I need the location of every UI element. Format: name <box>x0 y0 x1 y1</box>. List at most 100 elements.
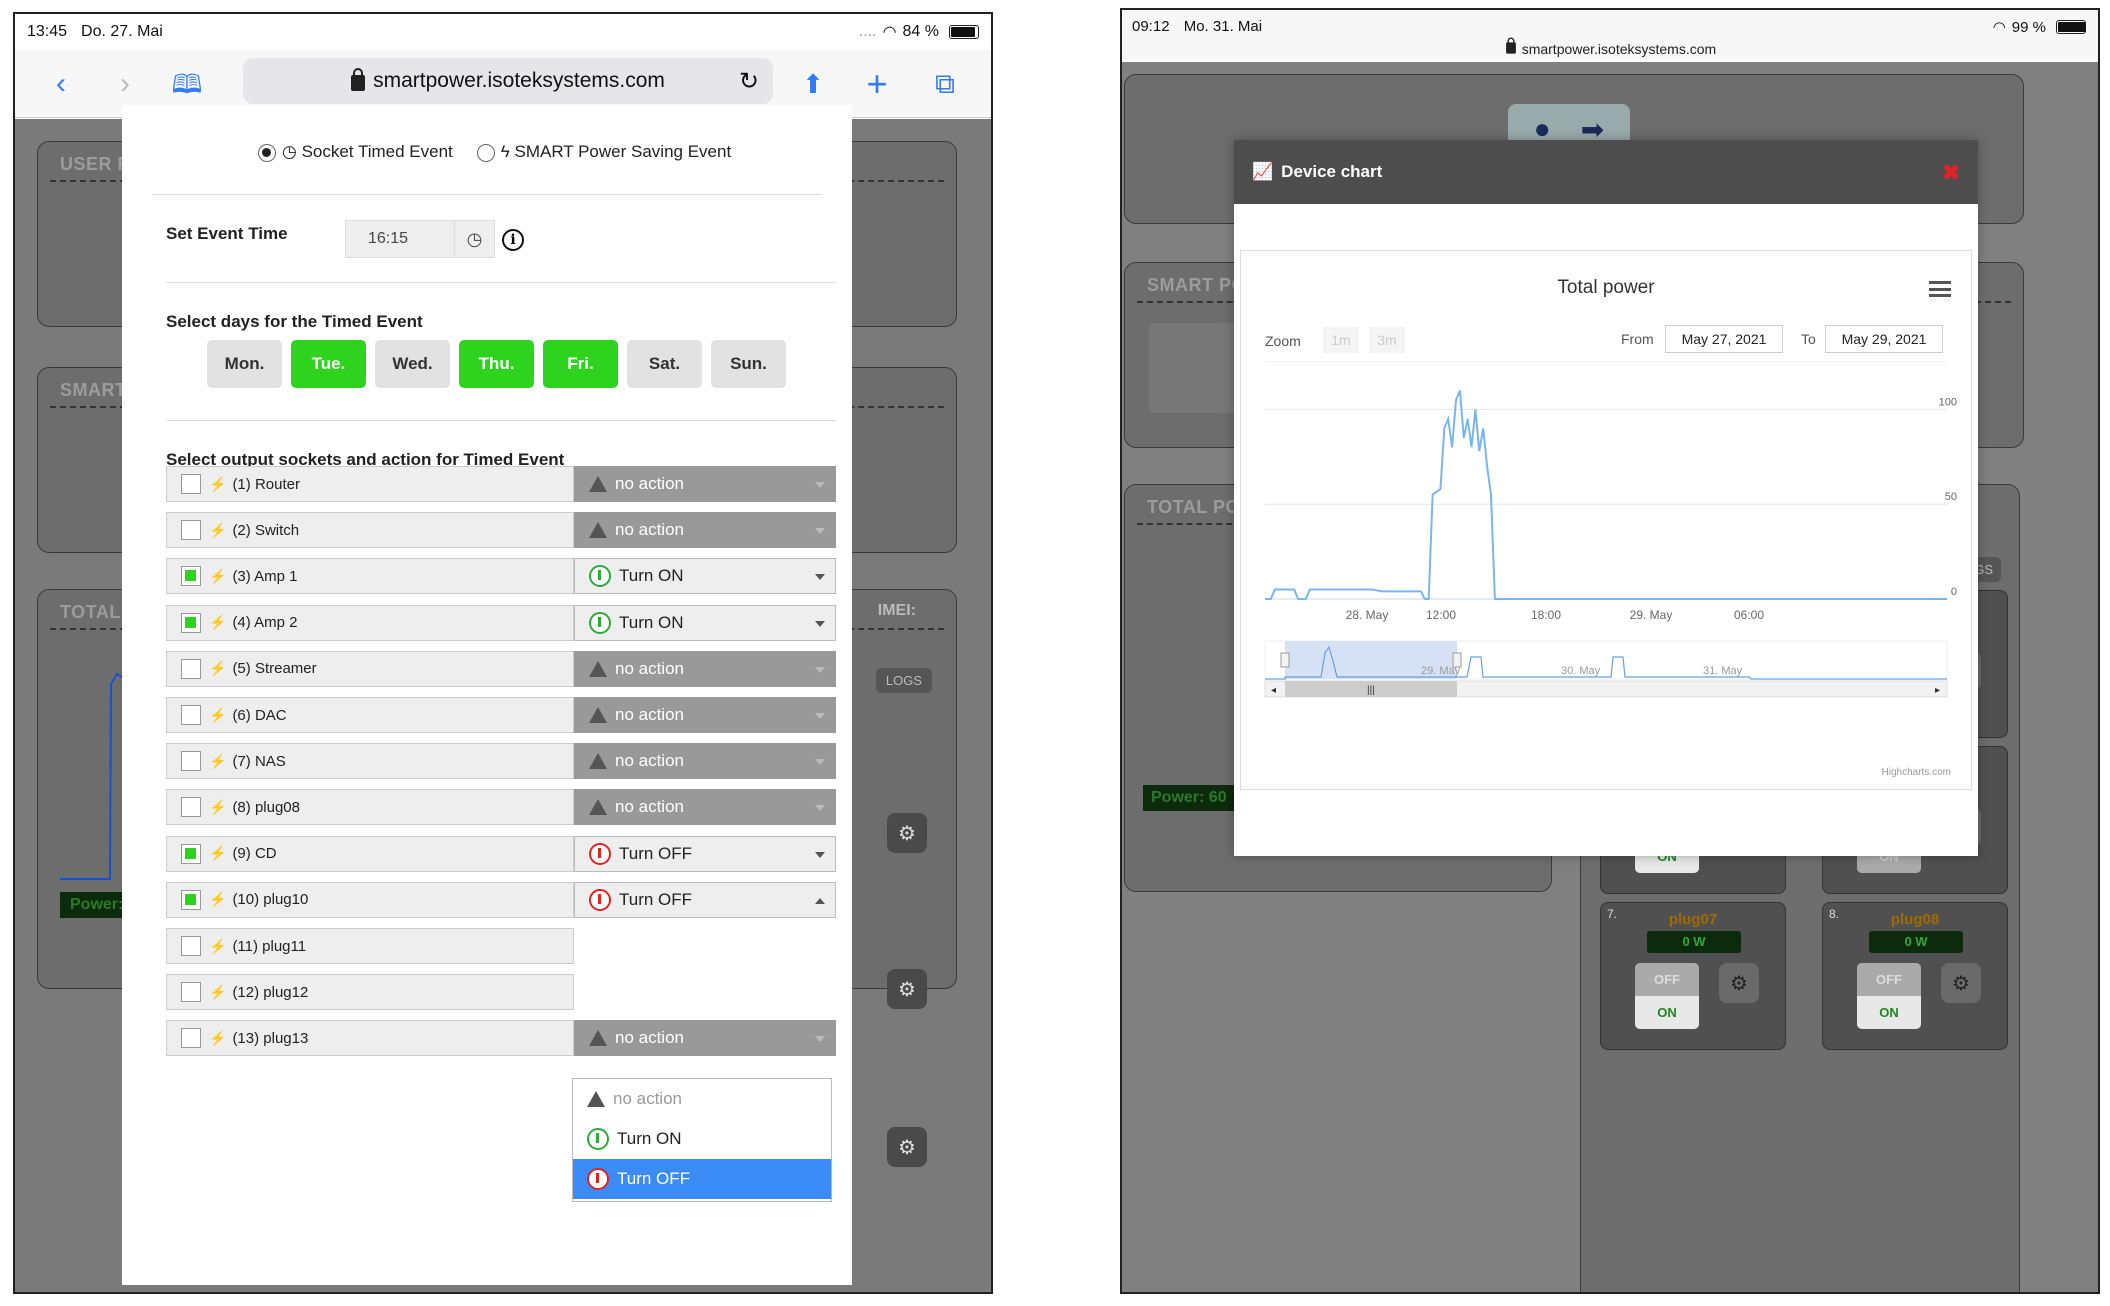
day-button-fri[interactable]: Fri. <box>543 340 618 388</box>
switch-off[interactable]: OFF <box>1857 963 1921 996</box>
socket-label-cell: ⚡ (13) plug13 <box>166 1020 574 1057</box>
modal-title: Device chart <box>1281 162 1383 181</box>
socket-label-cell: ⚡ (8) plug08 <box>166 789 574 826</box>
socket-row: ⚡ (8) plug08 no action <box>166 789 836 826</box>
share-icon[interactable]: ⬆ <box>793 64 833 104</box>
forward-icon[interactable]: › <box>105 64 145 104</box>
clock-picker-icon[interactable]: ◷ <box>454 221 494 257</box>
day-button-thu[interactable]: Thu. <box>459 340 534 388</box>
switch-on[interactable]: ON <box>1857 996 1921 1029</box>
action-select[interactable]: Turn ON <box>574 604 836 641</box>
reload-icon[interactable]: ↻ <box>739 67 759 96</box>
dropdown-option-label: Turn OFF <box>617 1169 691 1188</box>
socket-label-cell: ⚡ (5) Streamer <box>166 650 574 687</box>
plug-icon: ⚡ <box>209 706 227 723</box>
status-date: Mo. 31. Mai <box>1183 18 1263 35</box>
day-button-mon[interactable]: Mon. <box>207 340 282 388</box>
action-select[interactable]: Turn ON <box>574 558 836 595</box>
dropdown-option[interactable]: no action <box>573 1079 831 1119</box>
event-time-input[interactable]: 16:15 ◷ <box>345 220 495 258</box>
url-bar[interactable]: smartpower.isoteksystems.com <box>1122 37 2098 57</box>
zoom-label: Zoom <box>1265 333 1301 349</box>
action-select[interactable]: no action <box>574 512 836 549</box>
action-label: no action <box>615 658 684 678</box>
plug-icon: ⚡ <box>209 937 227 954</box>
smart-saving-radio[interactable]: ϟ SMART Power Saving Event <box>476 142 731 162</box>
socket-checkbox[interactable] <box>181 520 201 541</box>
tabs-icon[interactable]: ⧉ <box>925 64 965 104</box>
x-tick-label: 18:00 <box>1531 608 1561 622</box>
gear-icon[interactable]: ⚙ <box>1719 963 1759 1003</box>
action-select[interactable]: no action <box>574 697 836 733</box>
plug-switch[interactable]: OFFON <box>1857 963 1921 1029</box>
plug-switch[interactable]: OFFON <box>1635 963 1699 1029</box>
to-date-input[interactable]: May 29, 2021 <box>1825 325 1943 353</box>
action-select[interactable]: no action <box>574 789 836 826</box>
battery-fill <box>2058 22 2086 32</box>
day-button-tue[interactable]: Tue. <box>291 340 366 388</box>
y-tick-label: 50 <box>1945 491 1957 503</box>
scroll-right-icon[interactable]: ▸ <box>1935 685 1940 696</box>
action-select[interactable]: no action <box>574 1020 836 1057</box>
url-text: smartpower.isoteksystems.com <box>373 69 665 92</box>
day-button-sun[interactable]: Sun. <box>711 340 786 388</box>
radio-unselected[interactable] <box>476 143 495 162</box>
switch-off[interactable]: OFF <box>1635 963 1699 996</box>
navigator-label: 30. May <box>1561 665 1601 677</box>
socket-checkbox[interactable] <box>181 612 201 633</box>
socket-checkbox[interactable] <box>181 982 201 1003</box>
zoom-1m-button[interactable]: 1m <box>1323 327 1359 353</box>
socket-checkbox[interactable] <box>181 705 201 725</box>
socket-checkbox[interactable] <box>181 566 201 587</box>
navigator-handle-left[interactable] <box>1280 652 1290 668</box>
action-select[interactable]: no action <box>574 466 836 502</box>
socket-name: (1) Router <box>232 475 300 493</box>
plug-icon: ⚡ <box>209 891 227 908</box>
warning-icon <box>589 753 607 770</box>
back-icon[interactable]: ‹ <box>41 64 81 104</box>
socket-name: (11) plug11 <box>232 937 307 955</box>
scroll-grip-icon[interactable]: ||| <box>1367 685 1375 696</box>
socket-name: (7) NAS <box>232 752 286 770</box>
from-label: From <box>1621 331 1654 347</box>
day-button-wed[interactable]: Wed. <box>375 340 450 388</box>
status-bar: 09:12 Mo. 31. Mai ◠ 99 % smartpower.isot… <box>1122 10 2098 60</box>
close-icon[interactable]: ✖ <box>1942 160 1960 186</box>
from-date-input[interactable]: May 27, 2021 <box>1665 325 1783 353</box>
bolt-icon: ϟ <box>500 142 515 161</box>
scroll-left-icon[interactable]: ◂ <box>1271 685 1276 696</box>
socket-row: ⚡ (3) Amp 1 Turn ON <box>166 558 836 595</box>
bg-smart-title: SMART PO <box>1147 275 1247 295</box>
socket-name: (8) plug08 <box>232 798 300 816</box>
plug-icon: ⚡ <box>209 475 227 492</box>
url-bar[interactable]: smartpower.isoteksystems.com ↻ <box>243 58 773 104</box>
socket-checkbox[interactable] <box>181 797 201 818</box>
day-button-sat[interactable]: Sat. <box>627 340 702 388</box>
chevron-down-icon <box>815 666 825 673</box>
chart-menu-icon[interactable] <box>1929 281 1951 297</box>
socket-checkbox[interactable] <box>181 936 201 956</box>
socket-checkbox[interactable] <box>181 889 201 910</box>
dropdown-option[interactable]: Turn OFF <box>573 1159 831 1199</box>
socket-checkbox[interactable] <box>181 474 201 494</box>
socket-checkbox[interactable] <box>181 751 201 772</box>
socket-checkbox[interactable] <box>181 843 201 864</box>
warning-icon <box>589 476 607 492</box>
socket-checkbox[interactable] <box>181 658 201 679</box>
bookmarks-icon[interactable]: 🕮 <box>167 64 207 104</box>
radio-selected[interactable] <box>258 143 276 162</box>
action-select[interactable]: no action <box>574 650 836 687</box>
action-select[interactable]: Turn OFF <box>574 835 836 872</box>
wifi-icon: ◠ <box>882 24 897 41</box>
socket-timed-radio[interactable]: ◷ Socket Timed Event <box>258 142 453 162</box>
gear-icon[interactable]: ⚙ <box>1941 963 1981 1003</box>
new-tab-icon[interactable]: + <box>857 64 897 104</box>
action-select[interactable]: no action <box>574 743 836 780</box>
zoom-3m-button[interactable]: 3m <box>1369 327 1405 353</box>
switch-on[interactable]: ON <box>1635 996 1699 1029</box>
action-select[interactable]: Turn OFF <box>574 881 836 918</box>
warning-icon <box>589 1030 607 1047</box>
socket-checkbox[interactable] <box>181 1028 201 1049</box>
dropdown-option[interactable]: Turn ON <box>573 1119 831 1159</box>
info-icon[interactable]: i <box>502 229 524 251</box>
